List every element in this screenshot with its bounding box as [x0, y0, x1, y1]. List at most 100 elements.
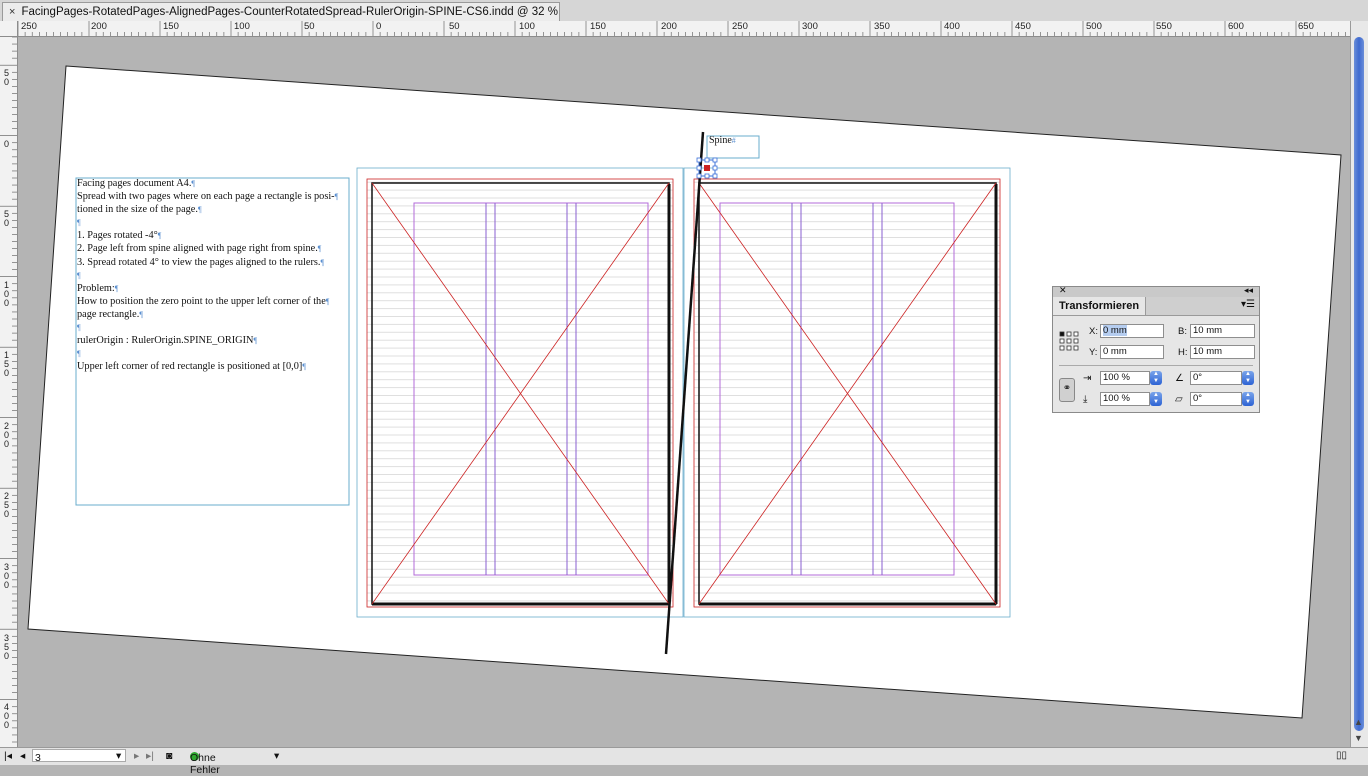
shear-angle-icon: ▱ — [1175, 394, 1183, 405]
shear-stepper[interactable]: ▲ ▼ — [1242, 392, 1254, 406]
text-line: 1. Pages rotated -4°¶ — [77, 229, 349, 242]
rotation-stepper[interactable]: ▲ ▼ — [1242, 371, 1254, 385]
text-line: ¶ — [77, 269, 349, 282]
panel-title[interactable]: Transformieren — [1053, 297, 1147, 315]
text-line-content: rulerOrigin : RulerOrigin.SPINE_ORIGIN — [77, 335, 254, 347]
spine-label-text: Spine — [709, 135, 732, 146]
reference-point-icon[interactable] — [1059, 331, 1079, 351]
pilcrow-mark: ¶ — [157, 231, 162, 241]
document-text[interactable]: Facing pages document A4.¶ Spread with tw… — [77, 177, 349, 373]
shear-value: 0° — [1193, 393, 1203, 404]
pilcrow-mark: ¶ — [320, 257, 325, 267]
page-dropdown-icon[interactable]: ▾ — [116, 750, 121, 762]
pilcrow-mark: ¶ — [77, 270, 81, 280]
selected-object[interactable] — [696, 157, 718, 179]
shear-field[interactable]: 0° — [1190, 392, 1242, 406]
scale-y-icon: ⤓ — [1083, 394, 1088, 405]
text-line-content: Spread with two pages where on each page… — [77, 191, 335, 203]
next-page-icon[interactable]: ▸ — [134, 750, 139, 762]
scale-y-field[interactable]: 100 % — [1100, 392, 1150, 406]
text-line: rulerOrigin : RulerOrigin.SPINE_ORIGIN¶ — [77, 334, 349, 347]
text-line: How to position the zero point to the up… — [77, 295, 349, 308]
text-line-content: tioned in the size of the page. — [77, 204, 198, 216]
page-number-field[interactable]: 3 — [32, 749, 126, 764]
text-line-content: 3. Spread rotated 4° to view the pages a… — [77, 256, 321, 268]
spine-story-end-mark: # — [731, 136, 736, 145]
pilcrow-mark: ¶ — [114, 283, 119, 293]
scroll-down-icon[interactable]: ▼ — [1354, 733, 1363, 743]
pilcrow-mark: ¶ — [139, 309, 143, 319]
panel-collapse-icon[interactable]: ◂◂ — [1244, 285, 1253, 296]
text-line: ¶ — [77, 321, 349, 334]
text-line-content: page rectangle. — [77, 308, 140, 320]
constrain-proportions-link-icon[interactable]: ⚭ — [1059, 378, 1075, 402]
rotation-angle-icon: ∠ — [1175, 373, 1184, 384]
pilcrow-mark: ¶ — [334, 192, 339, 202]
height-label: H: — [1178, 347, 1188, 358]
page-number-value: 3 — [35, 752, 41, 764]
pilcrow-mark: ¶ — [302, 362, 306, 372]
left-page — [356, 167, 684, 618]
text-line: page rectangle.¶ — [77, 308, 349, 321]
text-line: 2. Page left from spine aligned with pag… — [77, 242, 349, 255]
open-page-icon[interactable]: ◙ — [166, 750, 172, 762]
preflight-text: Ohne Fehler — [190, 752, 220, 776]
previous-page-icon[interactable]: ◂ — [20, 750, 25, 762]
pilcrow-mark: ¶ — [191, 179, 196, 188]
status-bar: |◂ ◂ 3 ▾ ▸ ▸| ◙ Ohne Fehler ▾ ▯▯ — [0, 747, 1368, 776]
last-page-icon[interactable]: ▸| — [146, 750, 154, 762]
width-label: B: — [1178, 326, 1187, 337]
text-line: 3. Spread rotated 4° to view the pages a… — [77, 256, 349, 269]
transform-panel[interactable]: ✕ ◂◂ Transformieren ▾☰ X: 0 mm Y: 0 mm B… — [1052, 285, 1260, 413]
text-line-content: 2. Page left from spine aligned with pag… — [77, 243, 318, 255]
text-line: Upper left corner of red rectangle is po… — [77, 360, 349, 373]
scale-x-icon: ⇥ — [1083, 373, 1092, 384]
text-line: Problem:¶ — [77, 282, 349, 295]
pilcrow-mark: ¶ — [77, 218, 81, 228]
panel-divider — [1059, 365, 1253, 366]
pilcrow-mark: ¶ — [325, 296, 330, 306]
pilcrow-mark: ¶ — [253, 336, 258, 346]
vertical-scroll-thumb[interactable] — [1354, 37, 1364, 731]
preflight-menu-icon[interactable]: ▾ — [274, 750, 279, 762]
scroll-up-icon[interactable]: ▲ — [1354, 717, 1363, 727]
panel-menu-icon[interactable]: ▾☰ — [1241, 299, 1255, 310]
right-page — [683, 167, 1011, 618]
y-field[interactable]: 0 mm — [1100, 345, 1164, 359]
text-line: Facing pages document A4.¶ — [77, 177, 349, 190]
x-field[interactable]: 0 mm — [1100, 324, 1164, 338]
pilcrow-mark: ¶ — [317, 244, 322, 254]
height-field[interactable]: 10 mm — [1190, 345, 1255, 359]
rotation-value: 0° — [1193, 372, 1203, 383]
scale-x-value: 100 % — [1103, 372, 1130, 383]
pilcrow-mark: ¶ — [77, 323, 81, 333]
width-value: 10 mm — [1193, 325, 1223, 336]
rotation-field[interactable]: 0° — [1190, 371, 1242, 385]
spine-label: Spine# — [709, 135, 736, 146]
pilcrow-mark: ¶ — [197, 205, 202, 215]
pilcrow-mark: ¶ — [77, 349, 81, 359]
text-line: ¶ — [77, 216, 349, 229]
y-label: Y: — [1089, 347, 1098, 358]
split-window-icon[interactable]: ▯▯ — [1336, 750, 1347, 761]
text-line-content: Problem: — [77, 282, 115, 294]
text-line: Spread with two pages where on each page… — [77, 190, 349, 203]
x-label: X: — [1089, 326, 1098, 337]
scale-x-field[interactable]: 100 % — [1100, 371, 1150, 385]
text-line-content: How to position the zero point to the up… — [77, 295, 326, 307]
text-line-content: Upper left corner of red rectangle is po… — [77, 361, 303, 373]
text-line-content: Facing pages document A4. — [77, 178, 192, 189]
text-line: tioned in the size of the page.¶ — [77, 203, 349, 216]
vertical-scrollbar[interactable]: ▲ ▼ — [1350, 21, 1368, 747]
height-value: 10 mm — [1193, 346, 1223, 357]
scale-y-value: 100 % — [1103, 393, 1130, 404]
text-line: ¶ — [77, 347, 349, 360]
width-field[interactable]: 10 mm — [1190, 324, 1255, 338]
panel-close-icon[interactable]: ✕ — [1059, 285, 1067, 296]
first-page-icon[interactable]: |◂ — [4, 750, 12, 762]
text-line-content: 1. Pages rotated -4° — [77, 230, 158, 242]
scale-x-stepper[interactable]: ▲ ▼ — [1150, 371, 1162, 385]
x-value: 0 mm — [1103, 325, 1127, 336]
scale-y-stepper[interactable]: ▲ ▼ — [1150, 392, 1162, 406]
y-value: 0 mm — [1103, 346, 1127, 357]
